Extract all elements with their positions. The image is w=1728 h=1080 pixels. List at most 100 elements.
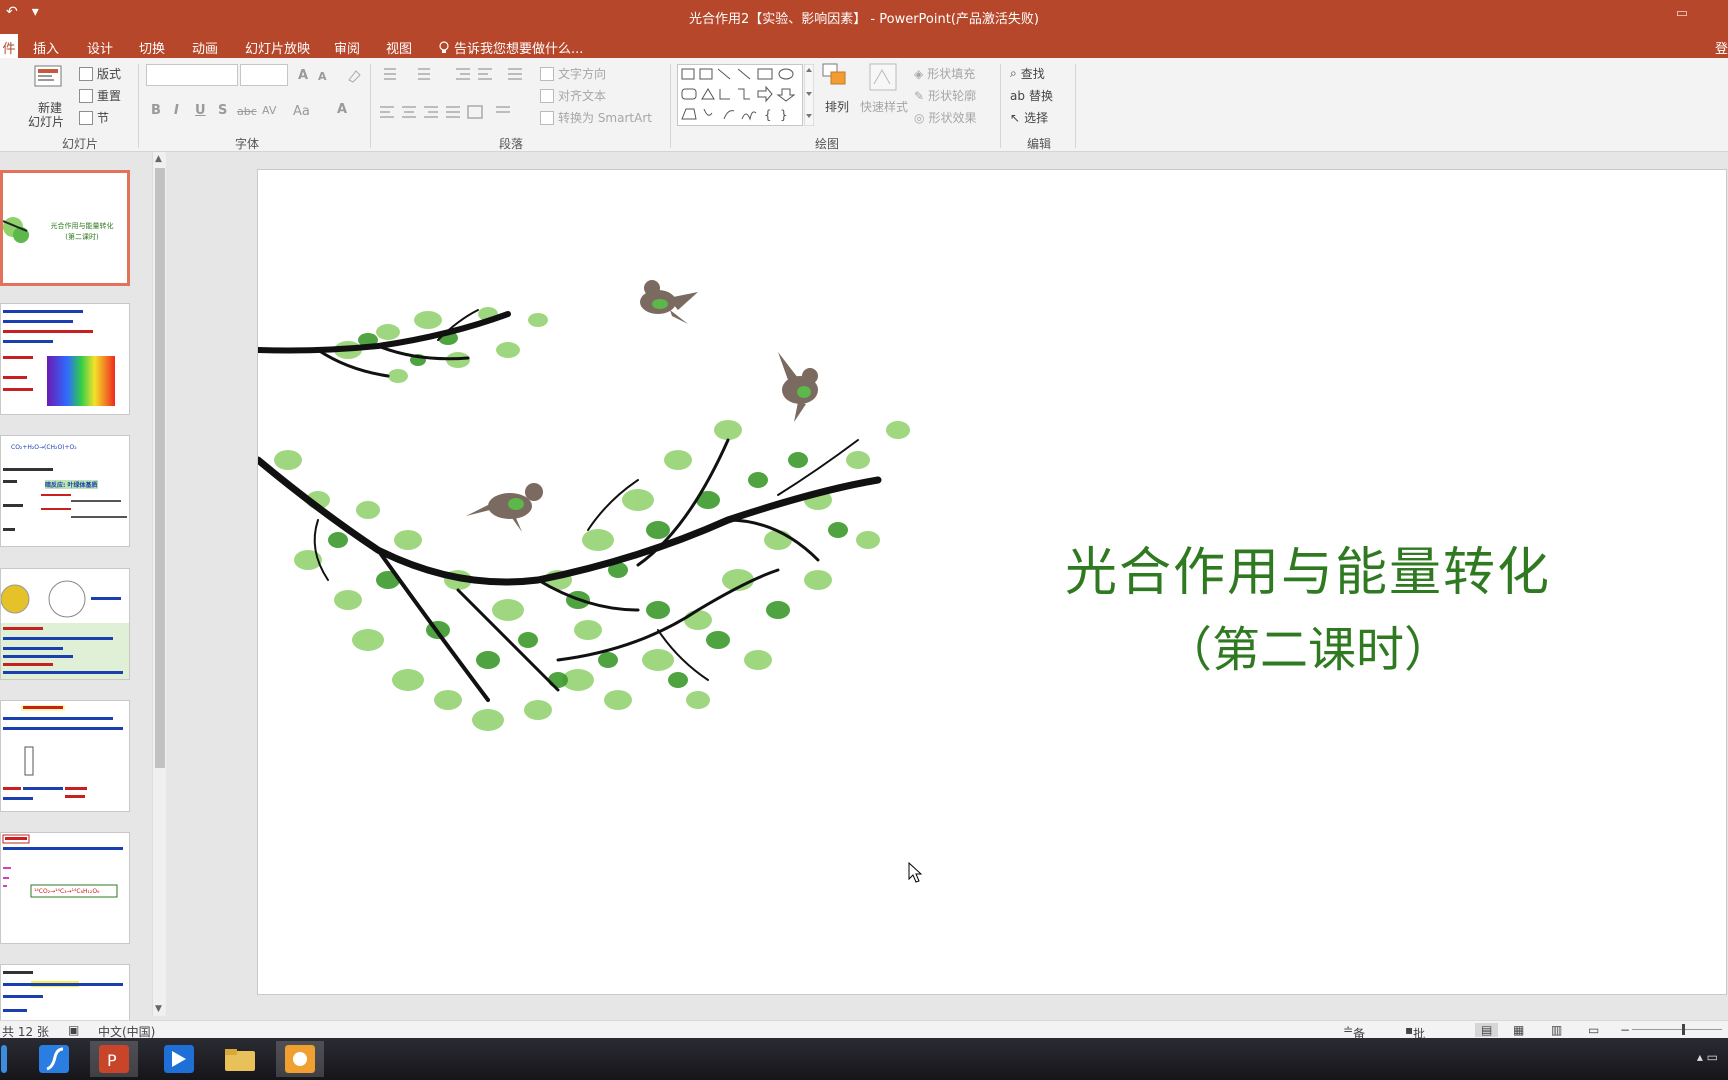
- slide-thumbnail-7[interactable]: [0, 964, 130, 1024]
- slide-3-content: [3, 468, 127, 531]
- thumbnail-scrollbar[interactable]: ▲ ▼: [152, 152, 166, 1016]
- zoom-slider-thumb[interactable]: [1682, 1024, 1685, 1035]
- editing-group-label: 编辑: [1027, 137, 1052, 151]
- slide-thumbnail-2[interactable]: [0, 303, 130, 415]
- scrollbar-thumb[interactable]: [155, 168, 165, 768]
- comments-button[interactable]: ▪ 批注: [1405, 1023, 1425, 1058]
- slide-thumbnail-4[interactable]: [0, 568, 130, 680]
- taskbar-app-powerpoint[interactable]: P: [90, 1041, 138, 1077]
- slide-thumbnail-3[interactable]: CO₂+H₂O→(CH₂O)+O₂ 暗反应: 叶绿体基质: [0, 435, 130, 547]
- change-case-button[interactable]: Aa: [293, 104, 310, 119]
- tab-insert[interactable]: 插入: [33, 38, 59, 57]
- flash-icon: [39, 1045, 69, 1073]
- restore-window-button[interactable]: ▭: [1676, 6, 1688, 21]
- font-name-combo[interactable]: [146, 64, 238, 86]
- normal-view-icon[interactable]: ▤: [1475, 1023, 1499, 1037]
- align-text-icon: [540, 88, 554, 103]
- replace-icon: ab: [1010, 88, 1025, 103]
- tab-transitions[interactable]: 切换: [139, 38, 165, 57]
- arrange-icon[interactable]: [821, 62, 853, 92]
- svg-text:}: }: [780, 108, 788, 122]
- bold-button[interactable]: B: [151, 103, 161, 118]
- effects-icon: ◎: [914, 110, 925, 125]
- section-button[interactable]: 节: [79, 109, 109, 126]
- ribbon: 新建 幻灯片 版式 重置 节 幻灯片 A A B I U S abc AV Aa…: [0, 58, 1728, 152]
- group-divider: [370, 64, 371, 148]
- reset-button[interactable]: 重置: [79, 87, 121, 104]
- ribbon-tabs: 件 插入 设计 切换 动画 幻灯片放映 审阅 视图 告诉我您想要做什么... 登: [0, 32, 1728, 58]
- strikethrough-button[interactable]: abc: [237, 105, 257, 118]
- clear-format-icon[interactable]: [346, 68, 362, 84]
- taskbar-app-arrow[interactable]: [155, 1041, 203, 1077]
- tab-review[interactable]: 审阅: [334, 38, 360, 57]
- slide-thumbnail-6[interactable]: ¹⁴CO₂→¹⁴C₃→¹⁴C₆H₁₂O₆: [0, 832, 130, 944]
- list-buttons-icon[interactable]: [378, 66, 528, 82]
- reset-icon: [79, 88, 93, 103]
- layout-icon: [79, 66, 93, 81]
- find-button[interactable]: ⌕ 查找: [1010, 65, 1045, 82]
- layout-button[interactable]: 版式: [79, 65, 121, 82]
- slide-canvas[interactable]: 光合作用与能量转化 （第二课时）: [257, 169, 1727, 995]
- start-button-partial[interactable]: [0, 1041, 8, 1077]
- tab-view[interactable]: 视图: [386, 38, 412, 57]
- convert-smartart-button[interactable]: 转换为 SmartArt: [540, 109, 652, 126]
- font-color-button[interactable]: A: [337, 102, 347, 117]
- char-spacing-button[interactable]: AV: [262, 104, 276, 117]
- font-size-combo[interactable]: [240, 64, 288, 86]
- font-group-label: 字体: [235, 137, 260, 151]
- system-tray[interactable]: ▴ ▭: [1697, 1050, 1718, 1064]
- sign-in-link[interactable]: 登: [1715, 38, 1728, 57]
- replace-button[interactable]: ab 替换: [1010, 87, 1053, 104]
- grow-font-button[interactable]: A: [298, 68, 308, 83]
- align-text-button[interactable]: 对齐文本: [540, 87, 606, 104]
- arrange-button[interactable]: 排列: [825, 98, 849, 115]
- smartart-icon: [540, 110, 554, 125]
- shadow-button[interactable]: S: [218, 103, 227, 118]
- search-icon: ⌕: [1010, 66, 1017, 80]
- tell-me-box[interactable]: 告诉我您想要做什么...: [438, 38, 583, 57]
- shrink-font-button[interactable]: A: [318, 70, 327, 83]
- group-divider: [670, 64, 671, 148]
- reading-view-icon[interactable]: ▥: [1551, 1023, 1562, 1037]
- tab-slideshow[interactable]: 幻灯片放映: [245, 38, 310, 57]
- tab-animations[interactable]: 动画: [192, 38, 218, 57]
- text-direction-button[interactable]: 文字方向: [540, 65, 606, 82]
- slide-title[interactable]: 光合作用与能量转化: [1028, 530, 1588, 605]
- slide-thumbnail-5[interactable]: [0, 700, 130, 812]
- slide-thumbnail-1[interactable]: 光合作用与能量转化 (第二课时): [0, 170, 130, 286]
- notes-button[interactable]: ≐ 备注: [1343, 1023, 1365, 1058]
- tab-design[interactable]: 设计: [87, 38, 113, 57]
- shapes-gallery[interactable]: {}: [677, 64, 803, 126]
- new-slide-icon[interactable]: [33, 64, 65, 94]
- new-slide-label-2[interactable]: 幻灯片: [28, 113, 64, 130]
- slideshow-view-icon[interactable]: ▭: [1588, 1023, 1599, 1037]
- shape-fill-button[interactable]: ◈ 形状填充: [914, 65, 975, 82]
- cursor-icon: ↖: [1010, 110, 1021, 125]
- scroll-down-icon[interactable]: ▼: [155, 1004, 162, 1014]
- zoom-slider-track[interactable]: [1632, 1029, 1722, 1030]
- quick-styles-icon[interactable]: [868, 62, 900, 92]
- tree-branch-birds-picture[interactable]: [258, 280, 938, 760]
- taskbar-app-recorder[interactable]: [276, 1041, 324, 1077]
- shape-effects-button[interactable]: ◎ 形状效果: [914, 109, 977, 126]
- section-icon: [79, 110, 93, 125]
- branch-thumb-icon: [3, 217, 29, 243]
- scroll-up-icon[interactable]: ▲: [155, 154, 162, 164]
- select-button[interactable]: ↖ 选择: [1010, 109, 1048, 126]
- underline-button[interactable]: U: [195, 103, 206, 118]
- zoom-out-icon[interactable]: −: [1620, 1023, 1630, 1037]
- slide-subtitle[interactable]: （第二课时）: [1028, 610, 1588, 680]
- italic-button[interactable]: I: [174, 103, 179, 118]
- shape-outline-button[interactable]: ✎ 形状轮廓: [914, 87, 976, 104]
- tab-file-partial[interactable]: 件: [0, 34, 18, 58]
- thumb-3-formula: CO₂+H₂O→(CH₂O)+O₂: [11, 444, 77, 451]
- slide-sorter-icon[interactable]: ▦: [1513, 1023, 1524, 1037]
- gallery-scroll-icon[interactable]: [804, 64, 814, 126]
- taskbar-app-flash[interactable]: [30, 1041, 78, 1077]
- taskbar-app-explorer[interactable]: [216, 1041, 264, 1077]
- thumb-1-title: 光合作用与能量转化: [50, 222, 114, 230]
- spell-check-icon[interactable]: ▣: [68, 1023, 79, 1037]
- slide-thumbnail-pane: 光合作用与能量转化 (第二课时) CO₂+H₂O→(CH₂O)+O₂ 暗反应: …: [0, 152, 170, 1024]
- alignment-buttons-icon[interactable]: [378, 104, 528, 120]
- quick-styles-button[interactable]: 快速样式: [860, 98, 908, 115]
